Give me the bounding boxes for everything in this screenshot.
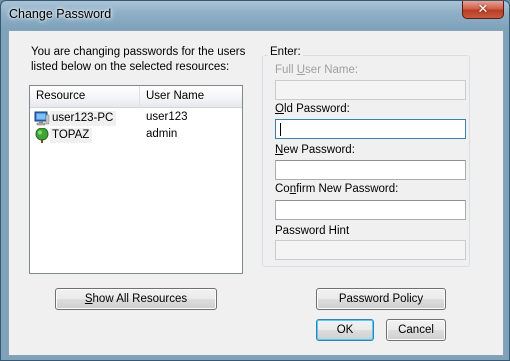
user-name: admin (146, 128, 178, 140)
window-title: Change Password (9, 7, 112, 21)
enter-group-title: Enter: (268, 46, 303, 58)
change-password-dialog: Change Password ✕ You are changing passw… (0, 0, 510, 361)
resource-name: TOPAZ (50, 128, 93, 143)
new-password-label: New Password: (275, 144, 355, 156)
tree-icon (34, 127, 50, 144)
dialog-client-area: You are changing passwords for the users… (8, 30, 504, 356)
full-user-name-label: Full User Name: (275, 64, 359, 76)
list-row[interactable]: TOPAZ admin (30, 127, 242, 144)
new-password-field[interactable] (275, 160, 466, 180)
text-caret (280, 123, 281, 136)
ok-button[interactable]: OK (316, 319, 374, 341)
close-icon: ✕ (477, 2, 489, 17)
old-password-label: Old Password: (275, 103, 350, 115)
title-bar[interactable]: Change Password ✕ (1, 1, 509, 29)
old-password-field[interactable] (275, 119, 466, 139)
user-name: user123 (146, 111, 188, 123)
column-header-user-name[interactable]: User Name (140, 86, 242, 108)
resource-list[interactable]: Resource User Name user123-PC user123 TO… (29, 85, 243, 274)
password-hint-label: Password Hint (275, 225, 350, 237)
full-user-name-field (275, 80, 466, 100)
list-header: Resource User Name (30, 86, 242, 108)
computer-icon (34, 111, 50, 126)
close-button[interactable]: ✕ (462, 1, 504, 19)
intro-text: You are changing passwords for the users… (31, 46, 246, 73)
confirm-password-field[interactable] (275, 200, 466, 220)
resource-name: user123-PC (50, 111, 117, 126)
confirm-password-label: Confirm New Password: (275, 183, 399, 195)
password-policy-button[interactable]: Password Policy (316, 288, 446, 310)
column-header-resource[interactable]: Resource (30, 86, 140, 108)
password-hint-field (275, 240, 466, 260)
list-row[interactable]: user123-PC user123 (30, 110, 242, 127)
cancel-button[interactable]: Cancel (386, 319, 446, 341)
show-all-resources-button[interactable]: Show All Resources (55, 288, 217, 310)
